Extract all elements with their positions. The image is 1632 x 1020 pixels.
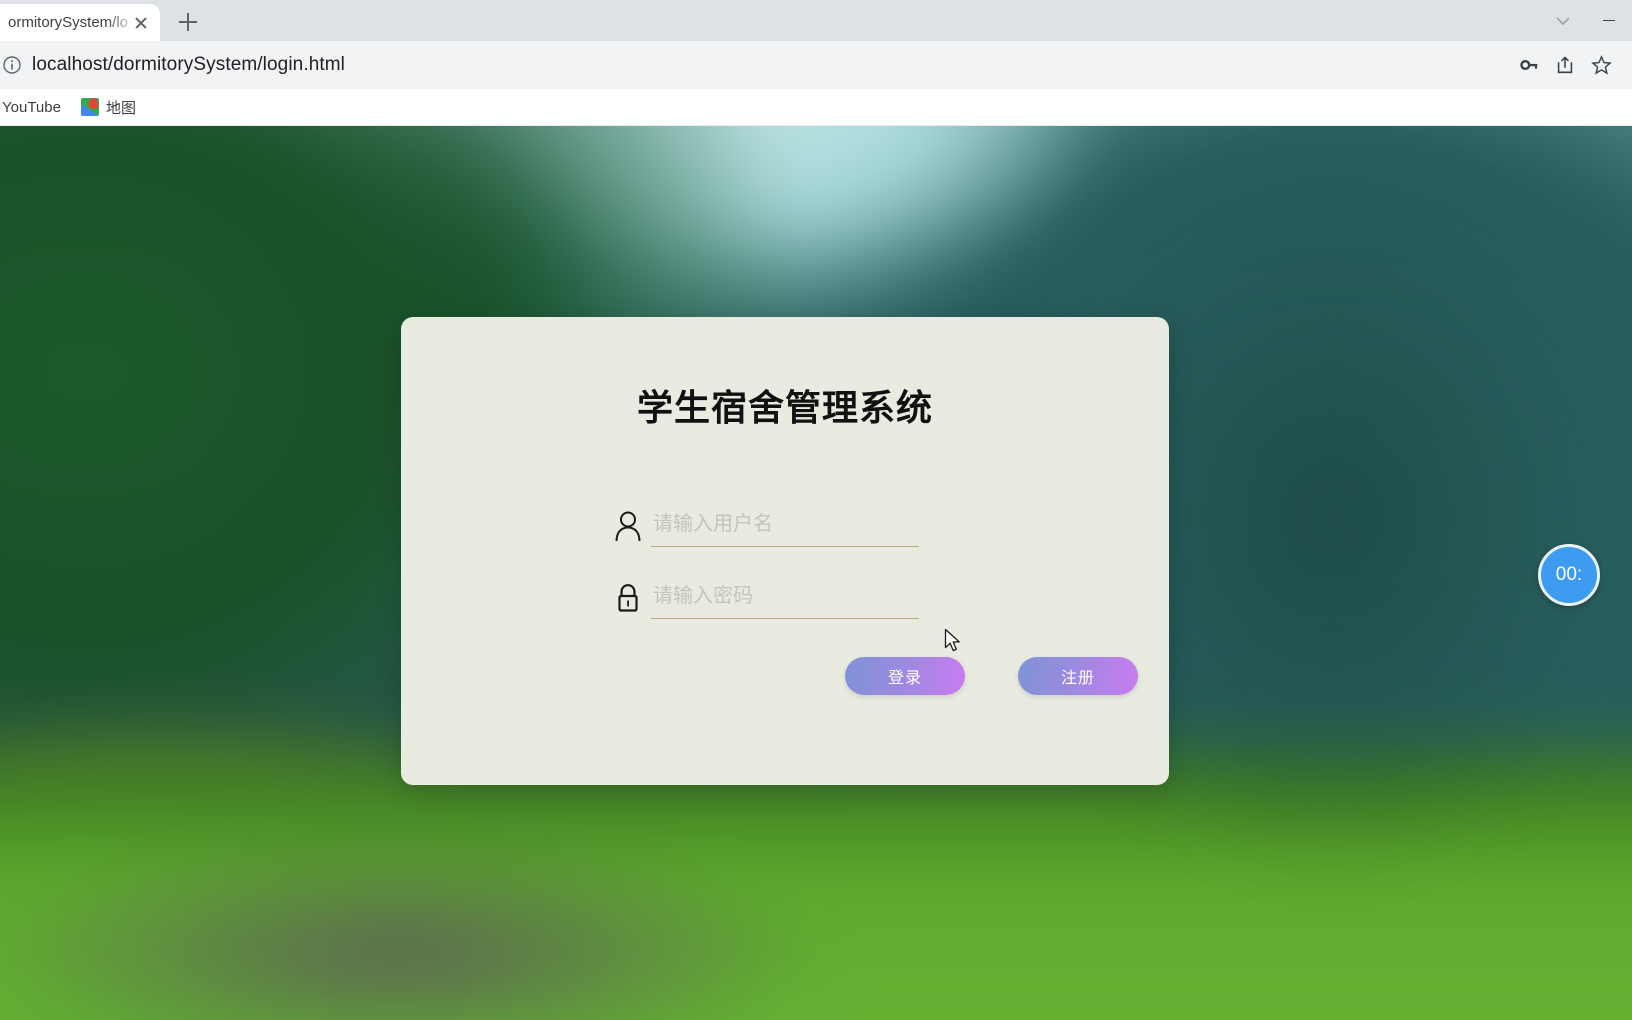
close-icon[interactable]: [130, 12, 152, 34]
tabstrip-right-controls: [1540, 0, 1632, 41]
browser-window: ormitorySystem/lo localhost/dormitorySys…: [0, 0, 1632, 1020]
chevron-down-icon[interactable]: [1540, 0, 1586, 41]
address-bar: localhost/dormitorySystem/login.html: [0, 41, 1632, 89]
browser-tab[interactable]: ormitorySystem/lo: [0, 4, 160, 41]
password-field-row: [605, 573, 1169, 619]
tab-title: ormitorySystem/lo: [8, 14, 128, 31]
new-tab-icon[interactable]: [174, 8, 202, 36]
lock-icon: [605, 577, 651, 619]
google-maps-icon: [80, 98, 99, 116]
bookmark-label: YouTube: [2, 98, 61, 116]
bookmark-label: 地图: [105, 99, 136, 117]
password-key-icon[interactable]: [1512, 48, 1546, 82]
omnibox-actions: [1512, 48, 1618, 82]
bookmark-youtube[interactable]: YouTube: [0, 95, 71, 120]
password-input[interactable]: [651, 579, 919, 619]
username-input[interactable]: [651, 507, 919, 547]
register-button[interactable]: 注册: [1018, 657, 1138, 695]
user-icon: [605, 505, 651, 547]
login-card: 学生宿舍管理系统 请输入用户名 登录 注册: [401, 317, 1169, 785]
page-title: 学生宿舍管理系统: [636, 388, 933, 429]
minimize-icon[interactable]: [1586, 0, 1632, 41]
share-icon[interactable]: [1548, 48, 1582, 82]
url-text[interactable]: localhost/dormitorySystem/login.html: [32, 54, 1512, 76]
form-actions: 登录 注册: [605, 657, 1169, 695]
bookmark-star-icon[interactable]: [1584, 48, 1618, 82]
login-button[interactable]: 登录: [845, 657, 965, 695]
tab-strip: ormitorySystem/lo: [0, 0, 1632, 41]
site-information-icon[interactable]: [0, 45, 32, 85]
username-field-row: [605, 501, 1169, 547]
timer-badge[interactable]: 00:: [1538, 544, 1600, 606]
page-viewport: 学生宿舍管理系统 请输入用户名 登录 注册 00:: [0, 126, 1632, 1020]
bookmark-maps[interactable]: 地图: [71, 93, 146, 122]
login-form: 登录 注册: [401, 501, 1169, 695]
bookmarks-bar: YouTube 地图: [0, 89, 1632, 126]
